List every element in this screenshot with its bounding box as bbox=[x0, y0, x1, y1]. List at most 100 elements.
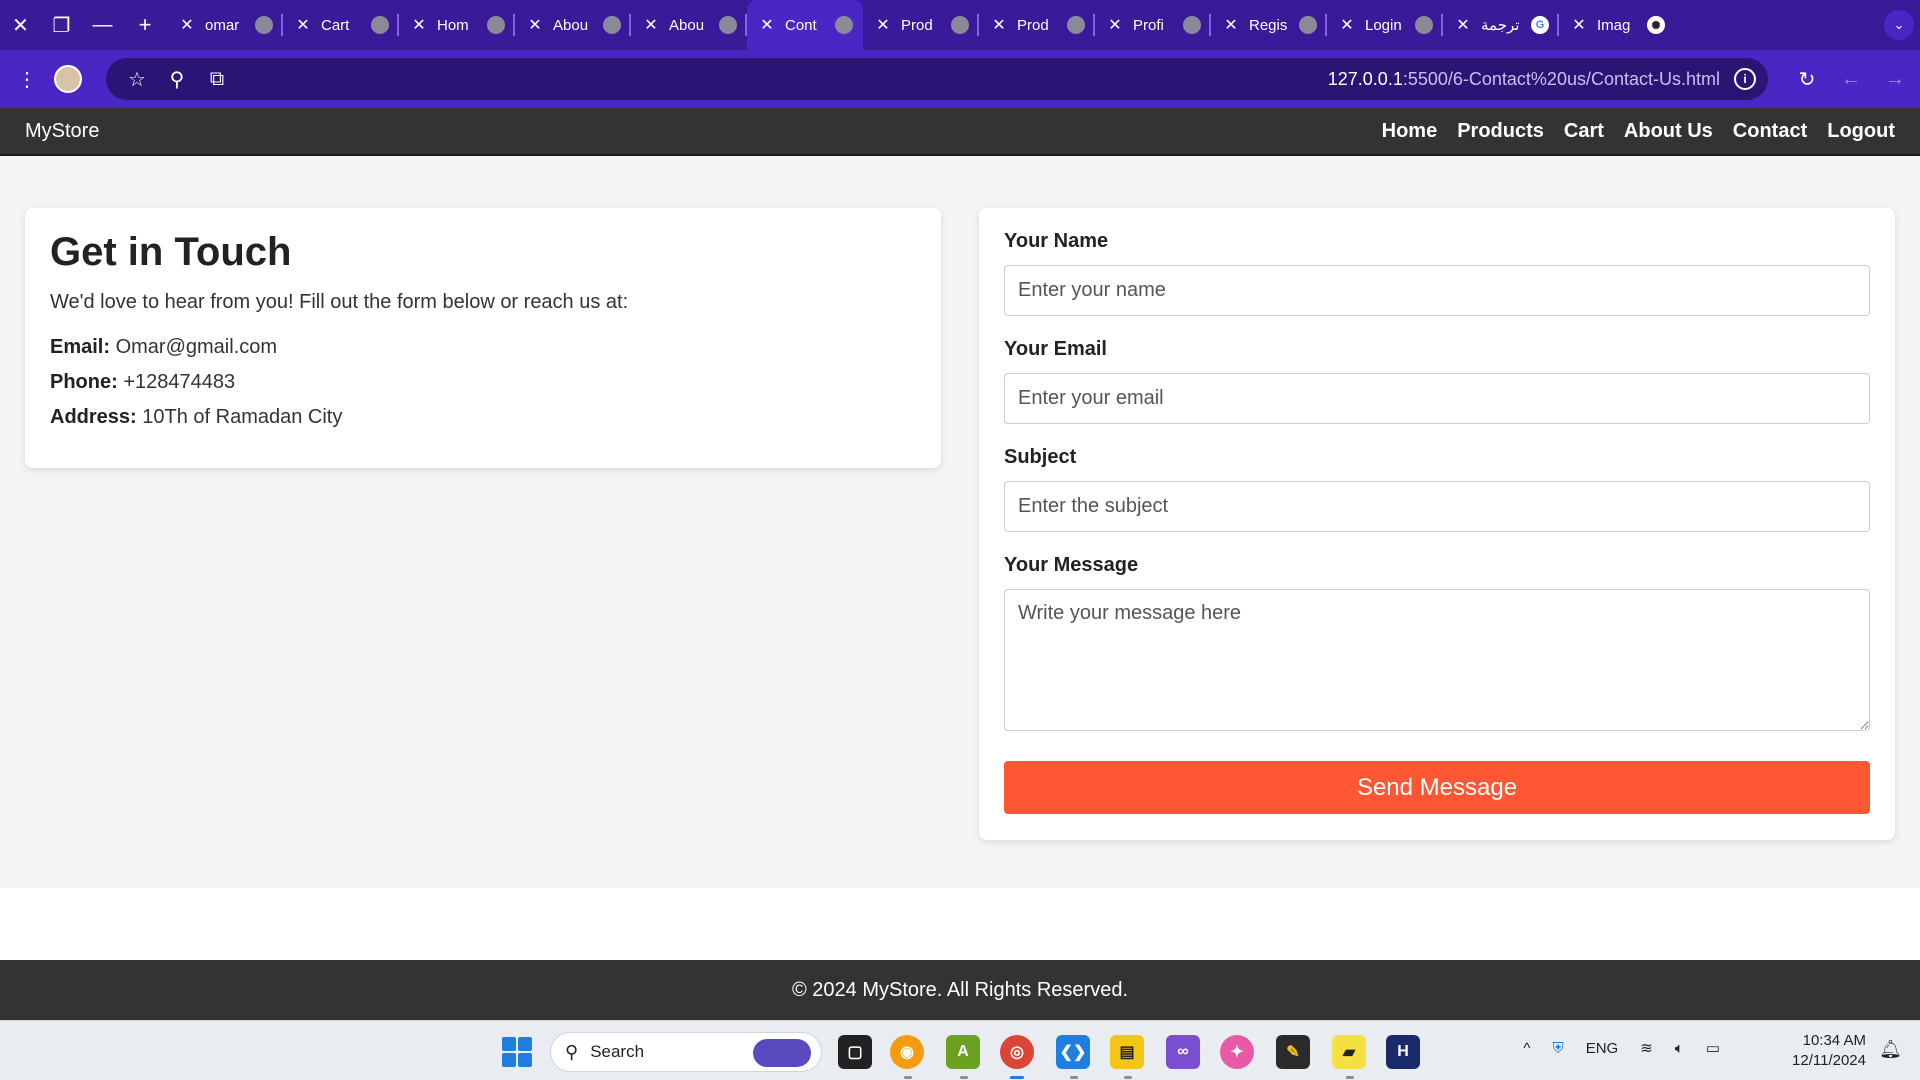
close-tab-icon[interactable]: ✕ bbox=[523, 15, 547, 35]
tab-title: Prod bbox=[1017, 16, 1049, 34]
browser-tab[interactable]: ✕ Prod bbox=[863, 0, 979, 50]
close-window-icon[interactable]: ✕ bbox=[0, 0, 41, 50]
chrome-icon[interactable]: ◎ bbox=[1000, 1035, 1034, 1069]
globe-icon bbox=[719, 16, 737, 34]
page-spacer bbox=[0, 888, 1920, 960]
browser-tab[interactable]: ✕ Regis bbox=[1211, 0, 1327, 50]
browser-tab[interactable]: ✕ Hom bbox=[399, 0, 515, 50]
message-textarea[interactable] bbox=[1004, 589, 1870, 731]
address-label: Address: bbox=[50, 406, 137, 428]
contact-email: Omar@gmail.com bbox=[115, 336, 278, 358]
browser-tab[interactable]: ✕ Abou bbox=[515, 0, 631, 50]
subject-label: Subject bbox=[1004, 446, 1077, 468]
translate-icon[interactable]: ⧉ bbox=[200, 62, 234, 96]
language-indicator[interactable]: ENG bbox=[1586, 1040, 1619, 1057]
globe-icon bbox=[835, 16, 853, 34]
app-icon[interactable]: A bbox=[946, 1035, 980, 1069]
nav-link-products[interactable]: Products bbox=[1457, 120, 1544, 143]
tab-title: Imag bbox=[1597, 16, 1631, 34]
omnibox[interactable]: ☆ ⚲ ⧉ 127.0.0.1:5500/6-Contact%20us/Cont… bbox=[106, 58, 1768, 100]
close-tab-icon[interactable]: ✕ bbox=[639, 15, 663, 35]
reload-icon[interactable]: ↻ bbox=[1790, 62, 1824, 96]
close-tab-icon[interactable]: ✕ bbox=[291, 15, 315, 35]
site-info-icon[interactable]: i bbox=[1734, 68, 1756, 90]
forward-arrow-icon[interactable]: → bbox=[1878, 62, 1912, 96]
battery-icon[interactable]: ▭ bbox=[1706, 1039, 1720, 1057]
notification-bell-icon[interactable]: 🔔︎ bbox=[1879, 1039, 1902, 1060]
browser-tab[interactable]: ✕ Login bbox=[1327, 0, 1443, 50]
nav-link-about[interactable]: About Us bbox=[1624, 120, 1713, 143]
browser-tab[interactable]: ✕ Cart bbox=[283, 0, 399, 50]
tab-title: Cont bbox=[785, 16, 817, 34]
site-brand[interactable]: MyStore bbox=[25, 120, 99, 143]
browser-tab[interactable]: ✕ ترجمة G bbox=[1443, 0, 1559, 50]
close-tab-icon[interactable]: ✕ bbox=[175, 15, 199, 35]
profile-avatar[interactable] bbox=[54, 65, 82, 93]
name-input[interactable] bbox=[1004, 265, 1870, 316]
email-input[interactable] bbox=[1004, 373, 1870, 424]
new-tab-button[interactable]: + bbox=[123, 0, 167, 50]
google-icon: G bbox=[1531, 16, 1549, 34]
close-tab-icon[interactable]: ✕ bbox=[1451, 15, 1475, 35]
nav-link-contact[interactable]: Contact bbox=[1733, 120, 1807, 143]
globe-icon bbox=[1067, 16, 1085, 34]
windows-start-icon[interactable] bbox=[502, 1037, 532, 1067]
close-tab-icon[interactable]: ✕ bbox=[1567, 15, 1591, 35]
file-explorer-icon[interactable]: ▤ bbox=[1110, 1035, 1144, 1069]
tab-title: Abou bbox=[669, 16, 705, 34]
sketch-app-icon[interactable]: ✎ bbox=[1276, 1035, 1310, 1069]
browser-tab[interactable]: ✕ Imag ✺ bbox=[1559, 0, 1673, 50]
subject-input[interactable] bbox=[1004, 481, 1870, 532]
browser-tab[interactable]: ✕ Abou bbox=[631, 0, 747, 50]
close-tab-icon[interactable]: ✕ bbox=[407, 15, 431, 35]
chevron-up-icon[interactable]: ^ bbox=[1523, 1040, 1530, 1057]
url-text[interactable]: 127.0.0.1:5500/6-Contact%20us/Contact-Us… bbox=[1328, 69, 1720, 90]
globe-icon bbox=[951, 16, 969, 34]
sticky-notes-icon[interactable]: ▰ bbox=[1332, 1035, 1366, 1069]
browser-app-icon[interactable]: ◉ bbox=[890, 1035, 924, 1069]
close-tab-icon[interactable]: ✕ bbox=[1219, 15, 1243, 35]
task-view-icon[interactable]: ▢ bbox=[838, 1035, 872, 1069]
contact-email-line: Email: Omar@gmail.com bbox=[50, 336, 916, 359]
close-tab-icon[interactable]: ✕ bbox=[1103, 15, 1127, 35]
nav-link-home[interactable]: Home bbox=[1382, 120, 1438, 143]
globe-icon bbox=[371, 16, 389, 34]
browser-tab[interactable]: ✕ Prod bbox=[979, 0, 1095, 50]
browser-tab[interactable]: ✕ Profi bbox=[1095, 0, 1211, 50]
tab-search-chevron-icon[interactable]: ⌄ bbox=[1884, 10, 1914, 40]
security-shield-icon[interactable]: ⛨ bbox=[1552, 1040, 1563, 1057]
clock-time: 10:34 AM bbox=[1802, 1032, 1866, 1049]
tab-title: Abou bbox=[553, 16, 589, 34]
site-footer: © 2024 MyStore. All Rights Reserved. bbox=[0, 960, 1920, 1020]
star-icon[interactable]: ☆ bbox=[120, 62, 154, 96]
browser-tab[interactable]: ✕ omar bbox=[167, 0, 283, 50]
tab-title: Hom bbox=[437, 16, 469, 34]
zoom-icon[interactable]: ⚲ bbox=[160, 62, 194, 96]
close-tab-icon[interactable]: ✕ bbox=[987, 15, 1011, 35]
send-message-button[interactable]: Send Message bbox=[1004, 761, 1870, 814]
clock-date: 12/11/2024 bbox=[1792, 1052, 1866, 1069]
close-tab-icon[interactable]: ✕ bbox=[871, 15, 895, 35]
taskbar-search[interactable]: ⚲ Search bbox=[550, 1032, 822, 1072]
contact-address: 10Th of Ramadan City bbox=[142, 406, 343, 428]
close-tab-icon[interactable]: ✕ bbox=[755, 15, 779, 35]
visual-studio-icon[interactable]: ∞ bbox=[1166, 1035, 1200, 1069]
restore-window-icon[interactable]: ❐ bbox=[41, 0, 82, 50]
close-tab-icon[interactable]: ✕ bbox=[1335, 15, 1359, 35]
volume-icon[interactable]: 🔈︎ bbox=[1675, 1040, 1684, 1057]
contact-intro: We'd love to hear from you! Fill out the… bbox=[50, 291, 629, 313]
h-app-icon[interactable]: H bbox=[1386, 1035, 1420, 1069]
url-path: :5500/6-Contact%20us/Contact-Us.html bbox=[1402, 69, 1720, 89]
menu-dots-icon[interactable]: ⋮ bbox=[10, 62, 44, 96]
copilot-icon[interactable]: ✦ bbox=[1220, 1035, 1254, 1069]
minimize-window-icon[interactable]: — bbox=[82, 0, 123, 50]
browser-tab-active[interactable]: ✕ Cont bbox=[747, 0, 863, 50]
tab-title: Regis bbox=[1249, 16, 1288, 34]
wifi-icon[interactable]: ≋ bbox=[1640, 1039, 1653, 1057]
taskbar-clock[interactable]: 10:34 AM 12/11/2024 bbox=[1792, 1031, 1866, 1071]
vscode-icon[interactable]: ❮❯ bbox=[1056, 1035, 1090, 1069]
nav-link-cart[interactable]: Cart bbox=[1564, 120, 1604, 143]
nav-link-logout[interactable]: Logout bbox=[1827, 120, 1895, 143]
back-arrow-icon[interactable]: ← bbox=[1834, 62, 1868, 96]
site-navbar: MyStore Home Products Cart About Us Cont… bbox=[0, 108, 1920, 156]
